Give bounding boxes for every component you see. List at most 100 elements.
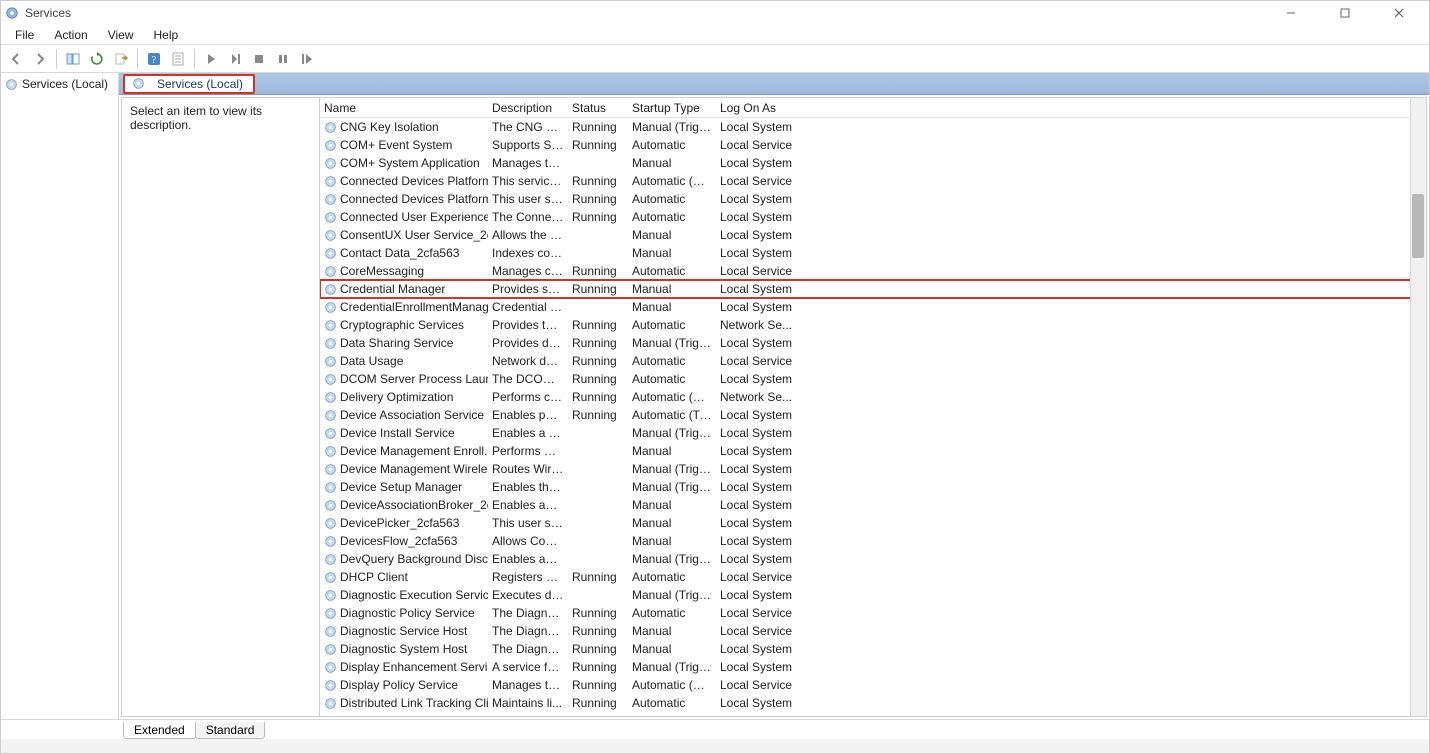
show-hide-tree-button[interactable] xyxy=(62,48,84,70)
service-row[interactable]: Delivery OptimizationPerforms co...Runni… xyxy=(320,388,1426,406)
service-description: This user ser... xyxy=(488,516,568,530)
service-row[interactable]: Device Management Enroll...Performs De..… xyxy=(320,442,1426,460)
menu-file[interactable]: File xyxy=(7,26,42,44)
gear-icon xyxy=(324,625,337,638)
start-service-button[interactable] xyxy=(200,48,222,70)
service-status: Running xyxy=(568,282,628,296)
refresh-button[interactable] xyxy=(86,48,108,70)
service-status: Running xyxy=(568,696,628,710)
service-description: Allows Conn... xyxy=(488,534,568,548)
content-body: Select an item to view its description. … xyxy=(121,97,1427,717)
service-row[interactable]: Cryptographic ServicesProvides thr...Run… xyxy=(320,316,1426,334)
service-row[interactable]: DevQuery Background Disc...Enables app..… xyxy=(320,550,1426,568)
service-logon: Network Se... xyxy=(716,714,806,716)
service-row[interactable]: Connected User Experiences ...The Connec… xyxy=(320,208,1426,226)
service-logon: Local System xyxy=(716,300,806,314)
service-row[interactable]: CoreMessagingManages co...RunningAutomat… xyxy=(320,262,1426,280)
maximize-button[interactable] xyxy=(1327,3,1363,23)
menu-help[interactable]: Help xyxy=(146,26,187,44)
forward-button[interactable] xyxy=(29,48,51,70)
service-row[interactable]: DevicesFlow_2cfa563Allows Conn...ManualL… xyxy=(320,532,1426,550)
service-logon: Local System xyxy=(716,588,806,602)
service-row[interactable]: DCOM Server Process Launc...The DCOML...… xyxy=(320,370,1426,388)
pause-service-button[interactable] xyxy=(272,48,294,70)
service-status: Running xyxy=(568,624,628,638)
service-name: Cryptographic Services xyxy=(340,318,464,332)
service-name: DeviceAssociationBroker_2cf... xyxy=(340,498,488,512)
gear-icon xyxy=(324,391,337,404)
service-row[interactable]: Display Policy ServiceManages th...Runni… xyxy=(320,676,1426,694)
list-rows[interactable]: CNG Key IsolationThe CNG ke...RunningMan… xyxy=(320,118,1426,716)
gear-icon xyxy=(324,211,337,224)
service-description: The Diagnos... xyxy=(488,606,568,620)
service-startup: Manual (Trigg... xyxy=(628,336,716,350)
service-description: Enables the ... xyxy=(488,480,568,494)
service-row[interactable]: COM+ System ApplicationManages th...Manu… xyxy=(320,154,1426,172)
service-row[interactable]: Diagnostic Service HostThe Diagnos...Run… xyxy=(320,622,1426,640)
close-button[interactable] xyxy=(1381,3,1417,23)
column-header-description[interactable]: Description xyxy=(488,99,568,117)
help-button[interactable]: ? xyxy=(143,48,165,70)
service-startup: Automatic xyxy=(628,318,716,332)
service-row[interactable]: Connected Devices Platform ...This servi… xyxy=(320,172,1426,190)
properties-button[interactable] xyxy=(167,48,189,70)
service-status: Running xyxy=(568,570,628,584)
service-row[interactable]: CredentialEnrollmentManag...Credential E… xyxy=(320,298,1426,316)
service-logon: Local System xyxy=(716,120,806,134)
service-row[interactable]: Diagnostic Execution ServiceExecutes dia… xyxy=(320,586,1426,604)
service-description: A service for ... xyxy=(488,660,568,674)
service-description: Enables app... xyxy=(488,552,568,566)
column-header-status[interactable]: Status xyxy=(568,99,628,117)
stop-service-button[interactable] xyxy=(248,48,270,70)
menu-action[interactable]: Action xyxy=(46,26,95,44)
service-row[interactable]: Device Management Wireles...Routes Wirel… xyxy=(320,460,1426,478)
service-logon: Local System xyxy=(716,480,806,494)
service-row[interactable]: Diagnostic Policy ServiceThe Diagnos...R… xyxy=(320,604,1426,622)
service-startup: Automatic (Tri... xyxy=(628,408,716,422)
service-row[interactable]: Distributed Link Tracking Cli...Maintain… xyxy=(320,694,1426,712)
service-startup: Manual (Trigg... xyxy=(628,660,716,674)
stop-after-button[interactable] xyxy=(224,48,246,70)
footer-tab-extended[interactable]: Extended xyxy=(123,722,196,739)
restart-service-button[interactable] xyxy=(296,48,318,70)
service-logon: Local Service xyxy=(716,570,806,584)
service-row[interactable]: DeviceAssociationBroker_2cf...Enables ap… xyxy=(320,496,1426,514)
service-row[interactable]: Device Setup ManagerEnables the ...Manua… xyxy=(320,478,1426,496)
scrollbar-thumb[interactable] xyxy=(1412,194,1424,258)
content-tab-services-local[interactable]: Services (Local) xyxy=(123,74,255,94)
service-row[interactable]: Distributed Transaction Coor...Coordinat… xyxy=(320,712,1426,716)
service-row[interactable]: Diagnostic System HostThe Diagnos...Runn… xyxy=(320,640,1426,658)
service-startup: Automatic (De... xyxy=(628,678,716,692)
column-header-startup[interactable]: Startup Type xyxy=(628,99,716,117)
service-row[interactable]: Device Install ServiceEnables a co...Man… xyxy=(320,424,1426,442)
service-row[interactable]: Data Sharing ServiceProvides dat...Runni… xyxy=(320,334,1426,352)
service-row[interactable]: COM+ Event SystemSupports Sy...RunningAu… xyxy=(320,136,1426,154)
service-row[interactable]: Credential ManagerProvides sec...Running… xyxy=(320,280,1426,298)
service-status: Running xyxy=(568,606,628,620)
service-row[interactable]: Connected Devices Platform ...This user … xyxy=(320,190,1426,208)
vertical-scrollbar[interactable] xyxy=(1410,98,1426,716)
service-row[interactable]: DHCP ClientRegisters an...RunningAutomat… xyxy=(320,568,1426,586)
minimize-button[interactable] xyxy=(1273,3,1309,23)
back-button[interactable] xyxy=(5,48,27,70)
footer-tab-standard[interactable]: Standard xyxy=(195,722,266,739)
service-startup: Manual (Trigg... xyxy=(628,588,716,602)
service-description: Credential E... xyxy=(488,300,568,314)
window-controls xyxy=(1273,3,1425,23)
service-row[interactable]: Display Enhancement ServiceA service for… xyxy=(320,658,1426,676)
export-list-button[interactable] xyxy=(110,48,132,70)
service-logon: Local System xyxy=(716,444,806,458)
service-status: Running xyxy=(568,138,628,152)
tree-root-services-local[interactable]: Services (Local) xyxy=(1,75,118,93)
service-description: The Diagnos... xyxy=(488,642,568,656)
service-row[interactable]: Data UsageNetwork dat...RunningAutomatic… xyxy=(320,352,1426,370)
column-header-name[interactable]: Name xyxy=(320,99,488,117)
service-row[interactable]: ConsentUX User Service_2cf...Allows the … xyxy=(320,226,1426,244)
service-row[interactable]: Device Association ServiceEnables pairi.… xyxy=(320,406,1426,424)
service-row[interactable]: Contact Data_2cfa563Indexes cont...Manua… xyxy=(320,244,1426,262)
column-header-logon[interactable]: Log On As xyxy=(716,99,806,117)
service-name: DCOM Server Process Launc... xyxy=(340,372,488,386)
service-row[interactable]: CNG Key IsolationThe CNG ke...RunningMan… xyxy=(320,118,1426,136)
menu-view[interactable]: View xyxy=(100,26,142,44)
service-row[interactable]: DevicePicker_2cfa563This user ser...Manu… xyxy=(320,514,1426,532)
